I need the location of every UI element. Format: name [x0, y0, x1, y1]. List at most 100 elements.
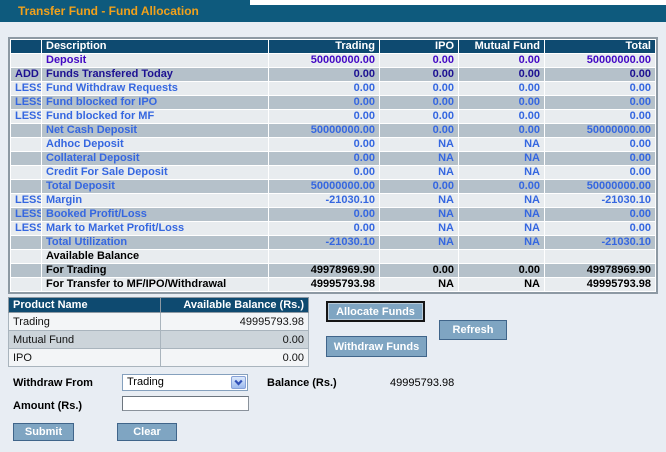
row-description: For Transfer to MF/IPO/Withdrawal: [42, 278, 268, 291]
col-header-ipo: IPO: [380, 40, 458, 53]
cell-total: 50000000.00: [545, 180, 655, 193]
header-notch: [250, 0, 666, 5]
row-prefix: [11, 152, 41, 165]
cell-trading: -21030.10: [269, 236, 379, 249]
withdraw-funds-button[interactable]: Withdraw Funds: [326, 336, 427, 357]
row-description: Fund blocked for MF: [42, 110, 268, 123]
row-description: Fund blocked for IPO: [42, 96, 268, 109]
row-description: Mark to Market Profit/Loss: [42, 222, 268, 235]
cell-ipo: 0.00: [380, 124, 458, 137]
col-header-total: Total: [545, 40, 655, 53]
col-header-trading: Trading: [269, 40, 379, 53]
cell-mutual-fund: 0.00: [459, 264, 544, 277]
cell-trading: 49978969.90: [269, 264, 379, 277]
cell-ipo: 0.00: [380, 96, 458, 109]
cell-ipo: NA: [380, 138, 458, 151]
cell-ipo: NA: [380, 278, 458, 291]
cell-trading: 0.00: [269, 166, 379, 179]
product-row: IPO0.00: [9, 349, 309, 367]
product-name: Mutual Fund: [9, 331, 161, 349]
cell-total: 0.00: [545, 222, 655, 235]
cell-total: 0.00: [545, 138, 655, 151]
cell-ipo: 0.00: [380, 68, 458, 81]
row-prefix: [11, 250, 41, 263]
row-description: Net Cash Deposit: [42, 124, 268, 137]
cell-trading: 0.00: [269, 152, 379, 165]
cell-mutual-fund: 0.00: [459, 68, 544, 81]
cell-mutual-fund: NA: [459, 208, 544, 221]
row-description: For Trading: [42, 264, 268, 277]
cell-mutual-fund: NA: [459, 278, 544, 291]
col-header-prefix: [11, 40, 41, 53]
cell-mutual-fund: 0.00: [459, 54, 544, 67]
chevron-down-icon[interactable]: [231, 376, 246, 389]
cell-ipo: 0.00: [380, 264, 458, 277]
cell-ipo: NA: [380, 236, 458, 249]
amount-input[interactable]: [122, 396, 249, 411]
cell-total: 0.00: [545, 96, 655, 109]
cell-ipo: 0.00: [380, 54, 458, 67]
row-description: Margin: [42, 194, 268, 207]
cell-ipo: [380, 250, 458, 263]
cell-ipo: NA: [380, 166, 458, 179]
product-name: IPO: [9, 349, 161, 367]
amount-label: Amount (Rs.): [13, 400, 82, 412]
row-prefix: LESS: [11, 208, 41, 221]
balance-label: Balance (Rs.): [267, 377, 337, 389]
product-name: Trading: [9, 313, 161, 331]
cell-mutual-fund: NA: [459, 152, 544, 165]
cell-total: 49995793.98: [545, 278, 655, 291]
cell-mutual-fund: 0.00: [459, 110, 544, 123]
cell-total: 50000000.00: [545, 124, 655, 137]
row-prefix: LESS: [11, 96, 41, 109]
row-description: Collateral Deposit: [42, 152, 268, 165]
table-row: For Trading49978969.900.000.0049978969.9…: [11, 264, 655, 277]
cell-total: 0.00: [545, 152, 655, 165]
refresh-button[interactable]: Refresh: [439, 320, 507, 340]
withdraw-from-selected-value: Trading: [127, 376, 164, 388]
cell-ipo: NA: [380, 222, 458, 235]
cell-total: 0.00: [545, 68, 655, 81]
row-prefix: [11, 236, 41, 249]
cell-ipo: NA: [380, 152, 458, 165]
table-row: LESSMargin-21030.10NANA-21030.10: [11, 194, 655, 207]
row-prefix: [11, 124, 41, 137]
cell-mutual-fund: NA: [459, 236, 544, 249]
row-prefix: LESS: [11, 222, 41, 235]
cell-trading: [269, 250, 379, 263]
row-prefix: [11, 166, 41, 179]
title-bar: Transfer Fund - Fund Allocation: [0, 0, 666, 22]
cell-trading: 49995793.98: [269, 278, 379, 291]
cell-trading: 50000000.00: [269, 54, 379, 67]
product-balance-table: Product Name Available Balance (Rs.) Tra…: [8, 297, 309, 367]
cell-ipo: 0.00: [380, 180, 458, 193]
cell-trading: -21030.10: [269, 194, 379, 207]
submit-button[interactable]: Submit: [13, 423, 74, 441]
col-header-description: Description: [42, 40, 268, 53]
table-row: LESSFund Withdraw Requests0.000.000.000.…: [11, 82, 655, 95]
row-description: Deposit: [42, 54, 268, 67]
product-balance: 49995793.98: [161, 313, 309, 331]
allocate-funds-button[interactable]: Allocate Funds: [326, 301, 425, 322]
cell-total: 0.00: [545, 208, 655, 221]
table-row: Total Deposit50000000.000.000.0050000000…: [11, 180, 655, 193]
product-row: Mutual Fund0.00: [9, 331, 309, 349]
page-title: Transfer Fund - Fund Allocation: [18, 4, 199, 18]
table-row: Collateral Deposit0.00NANA0.00: [11, 152, 655, 165]
col-header-available-balance: Available Balance (Rs.): [161, 298, 309, 313]
row-description: Adhoc Deposit: [42, 138, 268, 151]
row-prefix: [11, 180, 41, 193]
table-row: Adhoc Deposit0.00NANA0.00: [11, 138, 655, 151]
cell-trading: 0.00: [269, 208, 379, 221]
cell-ipo: 0.00: [380, 82, 458, 95]
product-row: Trading49995793.98: [9, 313, 309, 331]
product-balance: 0.00: [161, 349, 309, 367]
product-balance: 0.00: [161, 331, 309, 349]
cell-trading: 0.00: [269, 96, 379, 109]
clear-button[interactable]: Clear: [117, 423, 177, 441]
cell-trading: 0.00: [269, 110, 379, 123]
withdraw-from-select[interactable]: Trading: [122, 374, 248, 391]
cell-trading: 0.00: [269, 68, 379, 81]
cell-mutual-fund: 0.00: [459, 180, 544, 193]
cell-total: [545, 250, 655, 263]
